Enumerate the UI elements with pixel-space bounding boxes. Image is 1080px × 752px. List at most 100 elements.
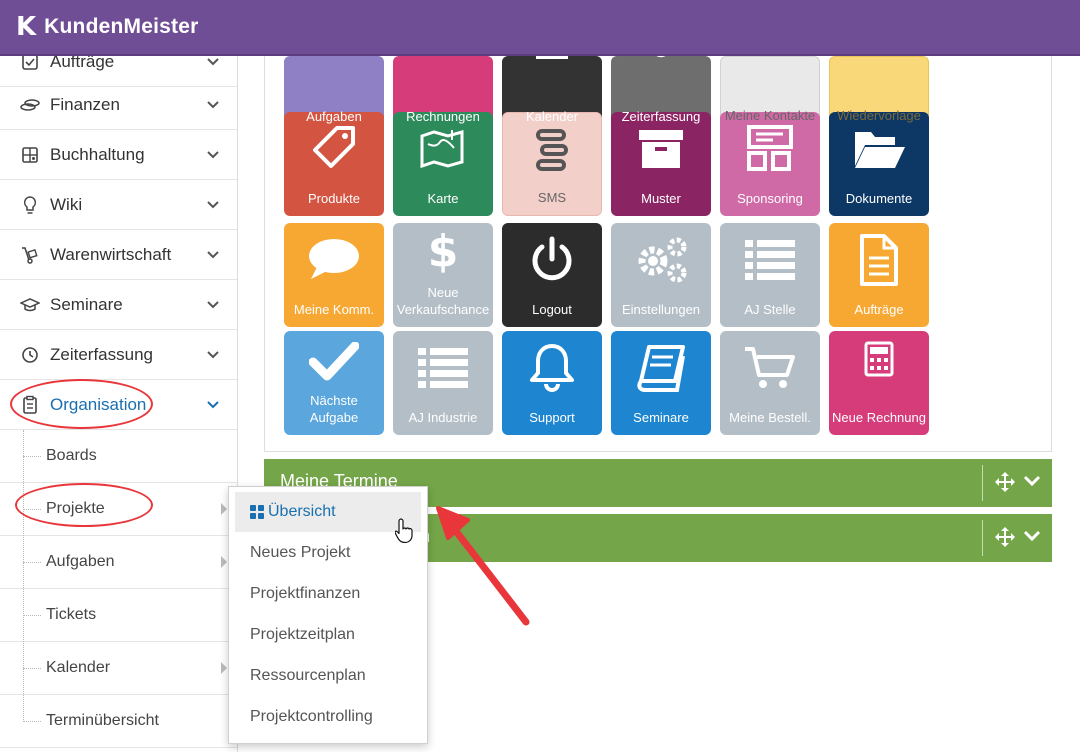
menu-item-label: Ressourcenplan: [250, 666, 366, 684]
speech-bubble-icon: [284, 233, 384, 287]
sidebar-item-finanzen[interactable]: Finanzen: [0, 80, 237, 130]
tile-label: Muster: [641, 191, 681, 207]
sidebar-item-zeiterfassung[interactable]: Zeiterfassung: [0, 330, 237, 380]
sidebar-item-label: Warenwirtschaft: [50, 244, 172, 264]
tile-sms[interactable]: SMS: [502, 112, 602, 216]
tile-label: Aufträge: [854, 302, 904, 318]
sidebar-item-seminare[interactable]: Seminare: [0, 280, 237, 330]
menu-item-ressourcenplan[interactable]: Ressourcenplan: [229, 655, 427, 696]
tile-sponsoring[interactable]: Sponsoring: [720, 112, 820, 216]
move-icon[interactable]: [994, 471, 1016, 493]
tile-neue-rechnung[interactable]: Neue Rechnung: [829, 331, 929, 435]
app-logo[interactable]: K KundenMeister: [16, 12, 198, 42]
sidebar-subitem-label: Kalender: [46, 659, 111, 676]
tile-neue-verkaufschance[interactable]: $ Neue Verkaufschance: [393, 223, 493, 327]
tile-label: AJ Stelle: [744, 302, 796, 318]
sidebar-subitem-aufgaben[interactable]: Aufgaben: [0, 536, 237, 589]
chevron-down-icon: [207, 200, 219, 208]
tile-label: AJ Industrie: [408, 410, 478, 426]
caret-right-icon: [221, 556, 227, 568]
sidebar-subitem-boards[interactable]: Boards: [0, 430, 237, 483]
app-name: KundenMeister: [44, 15, 199, 38]
grid-icon: [250, 505, 264, 519]
widget-tools: [994, 526, 1042, 548]
menu-item-label: Projektcontrolling: [250, 707, 373, 725]
hand-pointer-icon: [395, 518, 413, 543]
caret-right-icon: [221, 662, 227, 674]
list-icon: [720, 233, 820, 287]
sidebar-subitem-tickets[interactable]: Tickets: [0, 589, 237, 642]
tile-label: Karte: [427, 191, 459, 207]
annotation-circle-organisation: [10, 379, 153, 429]
sidebar-subitem-label: Boards: [46, 447, 97, 464]
sidebar-subitem-terminuebersicht[interactable]: Terminübersicht: [0, 695, 237, 748]
tile-label: Meine Komm.: [293, 302, 375, 318]
menu-item-projektcontrolling[interactable]: Projektcontrolling: [229, 696, 427, 737]
app-tiles-panel: Aufgaben Rechnungen Kalender Zeiterfassu…: [264, 56, 1052, 452]
tile-muster[interactable]: Muster: [611, 112, 711, 216]
handtruck-icon: [20, 245, 40, 265]
chevron-down-icon: [207, 100, 219, 108]
tile-label: SMS: [537, 190, 567, 206]
tile-aj-stelle[interactable]: AJ Stelle: [720, 223, 820, 327]
tile-meine-komm[interactable]: Meine Komm.: [284, 223, 384, 327]
annotation-circle-projekte: [15, 483, 153, 527]
coins-icon: [20, 95, 40, 115]
gears-icon: [611, 233, 711, 287]
tile-aj-industrie[interactable]: AJ Industrie: [393, 331, 493, 435]
tile-naechste-aufgabe[interactable]: Nächste Aufgabe: [284, 331, 384, 435]
chevron-down-icon: [207, 150, 219, 158]
tile-label: Dokumente: [845, 191, 913, 207]
tile-meine-bestell[interactable]: Meine Bestell.: [720, 331, 820, 435]
sidebar-subitem-label: Aufgaben: [46, 553, 115, 570]
stopwatch-icon: [611, 56, 711, 62]
tree-line: [23, 430, 24, 720]
menu-item-projektfinanzen[interactable]: Projektfinanzen: [229, 573, 427, 614]
tile-zeiterfassung[interactable]: Zeiterfassung: [611, 56, 711, 134]
archive-box-icon: [611, 122, 711, 176]
map-icon: [393, 122, 493, 176]
chevron-down-icon[interactable]: [1022, 526, 1042, 546]
graduation-cap-icon: [20, 295, 40, 315]
tile-seminare[interactable]: Seminare: [611, 331, 711, 435]
sidebar-item-buchhaltung[interactable]: Buchhaltung: [0, 130, 237, 180]
cart-icon: [720, 341, 820, 395]
tile-label: Aufgaben: [306, 109, 362, 125]
tile-label: Kalender: [525, 109, 579, 125]
tile-logout[interactable]: Logout: [502, 223, 602, 327]
tile-einstellungen[interactable]: Einstellungen: [611, 223, 711, 327]
tile-auftraege[interactable]: Aufträge: [829, 223, 929, 327]
sidebar-subitem-kalender[interactable]: Kalender: [0, 642, 237, 695]
tile-support[interactable]: Support: [502, 331, 602, 435]
document-icon: [829, 233, 929, 287]
sidebar-item-label: Wiki: [50, 194, 83, 214]
tile-label: Nächste Aufgabe: [309, 393, 359, 426]
tile-wiedervorlage[interactable]: Wiedervorlage: [829, 56, 929, 134]
tile-label: Neue Rechnung: [832, 410, 926, 426]
power-icon: [502, 233, 602, 287]
move-icon[interactable]: [994, 526, 1016, 548]
widget-separator: [982, 520, 983, 556]
clock-icon: [20, 345, 40, 365]
menu-item-uebersicht[interactable]: Übersicht: [235, 492, 421, 532]
tile-meine-kontakte[interactable]: Meine Kontakte: [720, 56, 820, 134]
chevron-down-icon[interactable]: [1022, 471, 1042, 491]
tree-connector: [23, 668, 41, 669]
layout-icon: [720, 122, 820, 176]
chevron-down-icon: [207, 400, 219, 408]
tile-rechnungen[interactable]: Rechnungen: [393, 56, 493, 134]
tile-karte[interactable]: Karte: [393, 112, 493, 216]
sidebar-item-warenwirtschaft[interactable]: Warenwirtschaft: [0, 230, 237, 280]
tile-label: Einstellungen: [621, 302, 701, 318]
menu-item-projektzeitplan[interactable]: Projektzeitplan: [229, 614, 427, 655]
folder-open-icon: [829, 122, 929, 176]
sidebar-item-wiki[interactable]: Wiki: [0, 180, 237, 230]
widget-tools: [994, 471, 1042, 493]
tile-label: Rechnungen: [406, 109, 480, 125]
tile-produkte[interactable]: Produkte: [284, 112, 384, 216]
book-icon: [611, 341, 711, 395]
lightbulb-icon: [20, 195, 40, 215]
tile-dokumente[interactable]: Dokumente: [829, 112, 929, 216]
sidebar-subitem-label: Terminübersicht: [46, 712, 159, 729]
tile-label: Neue Verkaufschance: [396, 285, 490, 318]
